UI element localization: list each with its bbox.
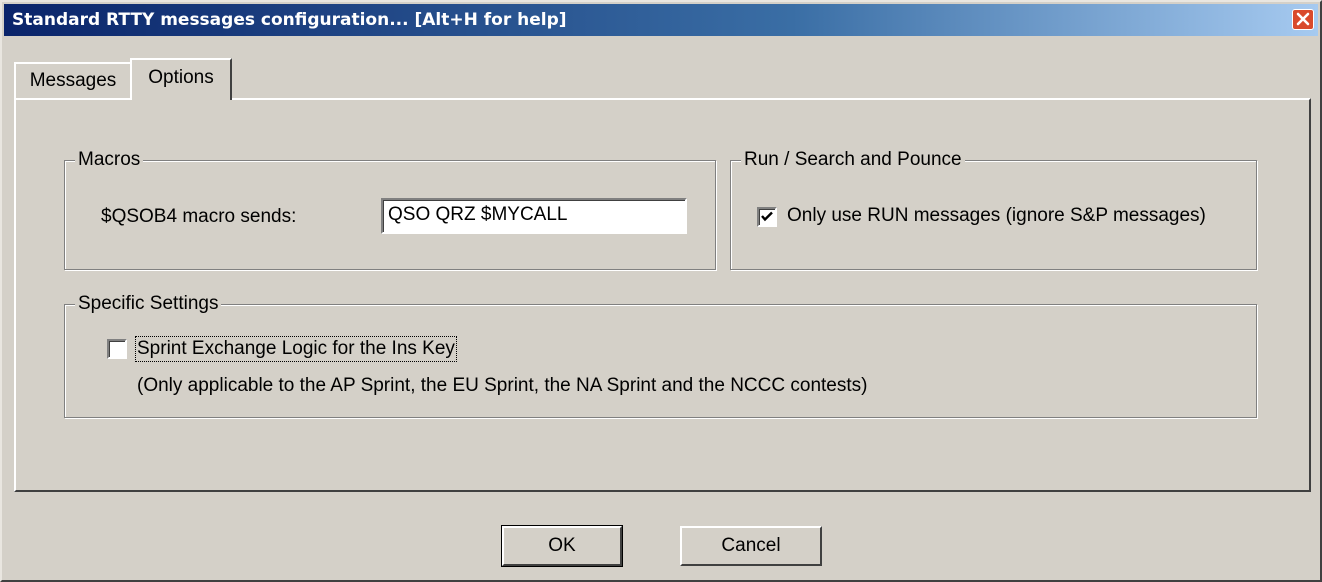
window-title: Standard RTTY messages configuration... …	[12, 10, 567, 30]
run-sp-groupbox: Run / Search and Pounce Only use RUN mes…	[730, 148, 1257, 270]
tab-messages[interactable]: Messages	[14, 62, 132, 99]
dialog-window: Standard RTTY messages configuration... …	[0, 0, 1322, 582]
close-button[interactable]	[1292, 9, 1314, 30]
title-bar[interactable]: Standard RTTY messages configuration... …	[4, 4, 1318, 36]
macros-legend: Macros	[75, 148, 144, 172]
ok-button[interactable]: OK	[501, 525, 623, 567]
tab-options[interactable]: Options	[130, 58, 232, 100]
tab-messages-label: Messages	[29, 70, 117, 91]
only-run-checkbox[interactable]	[757, 207, 777, 227]
cancel-button-label: Cancel	[721, 535, 781, 556]
specific-settings-groupbox: Specific Settings Sprint Exchange Logic …	[64, 292, 1257, 418]
run-sp-legend: Run / Search and Pounce	[741, 148, 965, 172]
options-tab-panel: Macros $QSOB4 macro sends: QSO QRZ $MYCA…	[14, 98, 1311, 492]
tab-options-label: Options	[148, 67, 214, 88]
qsob4-macro-input[interactable]: QSO QRZ $MYCALL	[381, 198, 687, 234]
sprint-exchange-checkbox[interactable]	[107, 339, 127, 359]
close-icon	[1296, 12, 1310, 26]
cancel-button[interactable]: Cancel	[680, 526, 822, 566]
specific-settings-legend: Specific Settings	[75, 292, 222, 316]
only-run-label[interactable]: Only use RUN messages (ignore S&P messag…	[787, 205, 1206, 227]
ok-button-label: OK	[548, 535, 576, 556]
macros-groupbox: Macros $QSOB4 macro sends: QSO QRZ $MYCA…	[64, 148, 716, 270]
sprint-note: (Only applicable to the AP Sprint, the E…	[137, 375, 868, 396]
sprint-exchange-label[interactable]: Sprint Exchange Logic for the Ins Key	[135, 336, 457, 362]
checkmark-icon	[761, 211, 773, 222]
qsob4-label: $QSOB4 macro sends:	[101, 206, 297, 227]
